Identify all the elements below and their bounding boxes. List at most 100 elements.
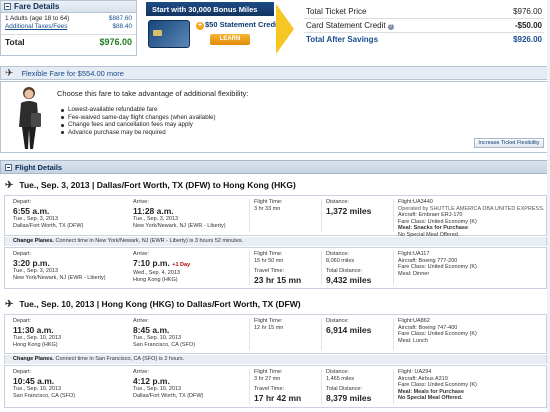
leg-title: ✈ Tue., Sep. 10, 2013 | Hong Kong (HKG) … [0,297,550,311]
connect-time-text: Connect time in New York/Newark, NJ (EWR… [55,238,244,244]
flight-time-label: Flight Time: [254,251,283,257]
divider [249,199,250,232]
depart-time: 11:30 a.m. [13,325,54,335]
statement-credit-text: $50 Statement Credit [205,20,280,29]
divider [249,318,250,350]
distance-value: 8,060 miles [326,258,355,264]
connect-time-text: Connect time in San Francisco, CA (SFO) … [55,356,185,362]
list-item: Lowest-available refundable fare [61,106,216,114]
price-summary: Total Ticket Price $976.00 Card Statemen… [304,4,544,52]
divider [321,199,322,232]
flexible-benefits-list: Lowest-available refundable fare Fee-wai… [61,106,216,136]
divider [249,251,250,285]
fare-total-value: $976.00 [99,37,132,47]
flight-time-label: Flight Time: [254,199,283,205]
fare-row-adults: 1 Adults (age 18 to 64) $887.60 [1,15,136,23]
depart-date: Tue., Sep. 10, 2013 [13,335,62,341]
distance-value: 1,465 miles [326,376,355,382]
price-value: $926.00 [513,35,542,44]
distance-label: Distance: [326,199,349,205]
depart-label: Depart: [13,369,32,375]
price-label: Card Statement Credit [306,21,386,30]
list-item: Change fees and cancellation fees may ap… [61,121,216,129]
depart-label: Depart: [13,251,32,257]
price-label: Total Ticket Price [306,6,367,16]
plane-icon: ✈ [5,179,14,191]
change-planes-label: Change Planes. [13,356,54,362]
arrive-place: San Francisco, CA (SFO) [133,341,196,348]
divider [249,369,250,404]
depart-label: Depart: [13,318,32,324]
flight-time-label: Flight Time: [254,318,283,324]
arrive-label: Arrive: [133,318,149,324]
taxes-fees-link[interactable]: Additional Taxes/Fees [5,23,67,31]
list-item: Fee-waived same-day flight changes (when… [61,114,216,122]
arrive-label: Arrive: [133,369,149,375]
arrive-label: Arrive: [133,251,149,257]
flexible-fare-title: Flexible Fare for $554.00 more [21,68,124,78]
travel-time-value: 17 hr 42 mn [254,392,302,403]
statement-credit-row: Card Statement Credit? -$50.00 [304,18,544,32]
flight-time-label: Flight Time: [254,369,283,375]
depart-place: Hong Kong (HKG) [13,341,58,348]
next-day-badge: +1 Day [172,262,191,268]
depart-label: Depart: [13,199,32,205]
flight-segment: Depart: 3:20 p.m. Tue., Sep. 3, 2013 New… [4,247,547,289]
arrive-place: Hong Kong (HKG) [133,276,178,283]
fare-class: Fare Class: United Economy (K) [398,382,477,388]
arrive-place: Dallas/Fort Worth, TX (DFW) [133,392,204,399]
fare-total: Total $976.00 [1,34,136,49]
flight-segment: Depart: 11:30 a.m. Tue., Sep. 10, 2013 H… [4,314,547,354]
special-meal: No Special Meal Offered. [398,395,463,401]
collapse-icon[interactable] [5,163,12,171]
total-distance-label: Total Distance: [326,267,363,274]
fare-details-title: Fare Details [14,2,60,11]
list-item: Advance purchase may be required [61,129,216,137]
flexible-fare-header[interactable]: ✈ Flexible Fare for $554.00 more [0,66,550,80]
leg-title-text: Tue., Sep. 3, 2013 | Dallas/Fort Worth, … [19,180,296,190]
fare-details-header[interactable]: Fare Details [1,1,136,13]
fare-row-value: $88.40 [112,23,132,30]
arrive-time: 4:12 p.m. [133,376,170,386]
price-value: -$50.00 [514,21,542,30]
meal: Meal: Dinner [398,270,430,277]
total-distance-label: Total Distance: [326,385,363,392]
depart-time: 6:55 a.m. [13,206,50,216]
arrive-time: 11:28 a.m. [133,206,174,216]
traveler-image [19,87,41,149]
price-value: $976.00 [513,6,542,16]
credit-card-image[interactable] [148,20,190,48]
bonus-miles-banner[interactable]: Start with 30,000 Bonus Miles [146,2,274,16]
plane-icon: ✈ [5,67,14,79]
collapse-icon[interactable] [4,3,11,10]
flight-time-value: 3 hr 33 mn [254,206,281,212]
fare-row-value: $887.60 [108,15,132,22]
help-icon[interactable]: ? [387,24,394,30]
fare-class: Fare Class: United Economy (K) [398,331,477,337]
total-distance-value: 9,432 miles [326,274,372,285]
depart-time: 3:20 p.m. [13,258,50,268]
distance-label: Distance: [326,318,349,324]
meal: Meal: Lunch [398,337,428,344]
card-promo: Start with 30,000 Bonus Miles + $50 State… [146,0,296,56]
depart-place: New York/Newark, NJ (EWR - Liberty) [13,274,106,281]
leg-title-text: Tue., Sep. 10, 2013 | Hong Kong (HKG) to… [19,299,301,309]
learn-more-button[interactable]: LEARN MORE [210,34,250,53]
divider [321,318,322,350]
increase-flexibility-button[interactable]: Increase Ticket Flexibility [474,138,544,148]
distance-label: Distance: [326,369,349,375]
flexible-fare-price: for $554.00 more [66,68,124,78]
depart-place: San Francisco, CA (SFO) [13,392,76,399]
distance-value: 6,914 miles [326,325,372,335]
travel-time-label: Travel Time: [254,267,285,274]
flight-details-header[interactable]: Flight Details [0,160,550,174]
divider [393,251,394,285]
total-after-savings-row: Total After Savings $926.00 [304,32,544,46]
travel-time-value: 23 hr 15 mn [254,274,302,285]
fare-row-taxes: Additional Taxes/Fees $88.40 [1,23,136,31]
flight-segment: Depart: 6:55 a.m. Tue., Sep. 3, 2013 Dal… [4,195,547,238]
change-planes-label: Change Planes. [13,238,54,244]
change-planes-notice: Change Planes. Connect time in San Franc… [4,355,547,364]
flight-details-title: Flight Details [15,162,63,172]
fare-details-panel: Fare Details 1 Adults (age 18 to 64) $88… [0,0,137,56]
